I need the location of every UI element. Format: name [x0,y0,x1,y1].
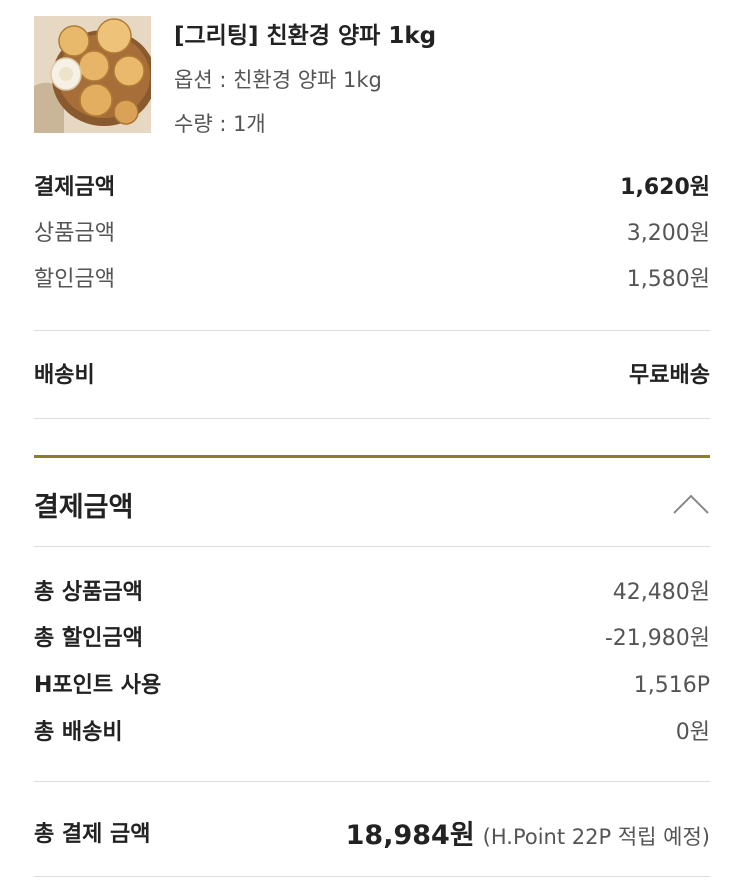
product-info: [그리팅] 친환경 양파 1kg 옵션 : 친환경 양파 1kg 수량 : 1개 [174,20,436,139]
product-item[interactable]: [그리팅] 친환경 양파 1kg 옵션 : 친환경 양파 1kg 수량 : 1개 [34,16,710,136]
item-product-price-label: 상품금액 [34,221,115,246]
payment-summary-header[interactable]: 결제금액 [34,484,710,524]
chevron-up-icon[interactable] [672,493,710,515]
total-payment-label: 총 결제 금액 [34,822,151,847]
total-payment-amount: 18,984원 [345,819,475,851]
summary-row-total-product: 총 상품금액 42,480원 [34,577,710,609]
product-option: 옵션 : 친환경 양파 1kg [174,68,382,92]
summary-value: 0원 [675,720,710,745]
total-payment-value-group: 18,984원 (H.Point 22P 적립 예정) [346,813,710,852]
divider [34,876,710,877]
item-discount-row: 할인금액 1,580원 [34,264,710,296]
payment-summary-title: 결제금액 [34,491,134,523]
summary-value: 42,480원 [612,580,710,605]
item-payment-row: 결제금액 1,620원 [34,172,710,204]
hpoint-earn-note: (H.Point 22P 적립 예정) [482,824,710,849]
divider [34,546,710,547]
product-thumbnail[interactable] [34,16,151,133]
summary-value: -21,980원 [604,626,710,651]
summary-label: 총 상품금액 [34,580,143,605]
divider [34,781,710,782]
item-discount-label: 할인금액 [34,267,115,292]
shipping-row: 배송비 무료배송 [34,360,710,392]
onion-image [34,16,151,133]
divider [34,418,710,419]
section-accent-divider [34,455,710,458]
product-title[interactable]: [그리팅] 친환경 양파 1kg [174,20,436,52]
summary-label: 총 배송비 [34,720,123,745]
summary-label: H포인트 사용 [34,673,162,698]
summary-value: 1,516P [633,673,710,698]
shipping-value: 무료배송 [629,363,710,388]
shipping-label: 배송비 [34,363,95,388]
item-product-price-row: 상품금액 3,200원 [34,218,710,250]
summary-row-total-shipping: 총 배송비 0원 [34,717,710,749]
divider [34,330,710,331]
total-payment-row: 총 결제 금액 18,984원 (H.Point 22P 적립 예정) [34,812,710,852]
item-discount-value: 1,580원 [626,267,710,292]
summary-row-total-discount: 총 할인금액 -21,980원 [34,623,710,655]
summary-label: 총 할인금액 [34,626,143,651]
summary-row-hpoint: H포인트 사용 1,516P [34,670,710,702]
item-payment-label: 결제금액 [34,175,115,200]
item-payment-value: 1,620원 [620,175,710,200]
item-product-price-value: 3,200원 [626,221,710,246]
product-quantity: 수량 : 1개 [174,112,266,136]
